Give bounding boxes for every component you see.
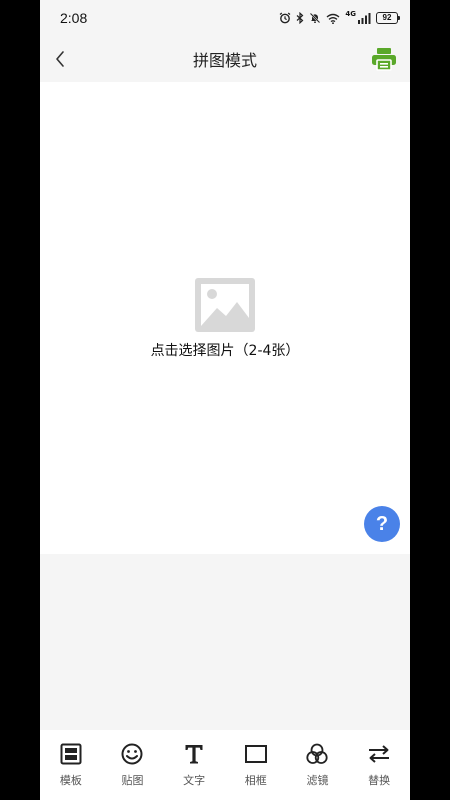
- image-placeholder[interactable]: 点击选择图片（2-4张）: [40, 278, 410, 360]
- frame-icon: [243, 741, 269, 767]
- tool-label: 替换: [368, 774, 391, 787]
- tool-filter[interactable]: 滤镜: [291, 741, 343, 788]
- tool-text[interactable]: 文字: [168, 741, 220, 788]
- status-bar: 2:08 4G 92: [40, 0, 410, 36]
- tool-label: 贴图: [121, 774, 144, 787]
- tool-label: 滤镜: [306, 774, 329, 787]
- signal-icon: [358, 12, 371, 24]
- tool-frame[interactable]: 相框: [230, 741, 282, 788]
- network-type: 4G: [345, 9, 356, 18]
- image-placeholder-icon: [195, 278, 255, 332]
- status-icons: 4G 92: [279, 9, 400, 24]
- tool-sticker[interactable]: 贴图: [106, 741, 158, 788]
- battery-indicator: 92: [376, 12, 400, 24]
- phone-screen: 2:08 4G 92 拼图模式 点击选择图片（2-4张） ? 模板 贴图 文字 …: [40, 0, 410, 800]
- template-icon: [58, 741, 84, 767]
- status-time: 2:08: [60, 10, 88, 26]
- title-bar: 拼图模式: [40, 36, 410, 82]
- sticker-icon: [119, 741, 145, 767]
- tool-label: 相框: [244, 774, 267, 787]
- page-title: 拼图模式: [192, 51, 257, 70]
- tool-template[interactable]: 模板: [45, 741, 97, 788]
- bluetooth-icon: [296, 12, 304, 24]
- filter-icon: [304, 741, 330, 767]
- collage-canvas[interactable]: 点击选择图片（2-4张）: [40, 82, 410, 554]
- placeholder-text: 点击选择图片（2-4张）: [150, 343, 300, 359]
- bottom-toolbar: 模板 贴图 文字 相框 滤镜 替换: [40, 730, 410, 800]
- chevron-left-icon: [56, 51, 64, 67]
- help-button[interactable]: ?: [364, 506, 400, 542]
- wifi-icon: [326, 13, 340, 24]
- tool-replace[interactable]: 替换: [353, 741, 405, 788]
- text-icon: [181, 741, 207, 767]
- replace-icon: [366, 741, 392, 767]
- mute-icon: [310, 12, 321, 24]
- printer-icon: [372, 48, 396, 71]
- tool-panel-area: [40, 554, 410, 730]
- print-button[interactable]: [370, 45, 398, 73]
- tool-label: 文字: [183, 774, 206, 787]
- alarm-icon: [279, 12, 291, 24]
- tool-label: 模板: [59, 774, 82, 787]
- back-button[interactable]: [46, 45, 74, 73]
